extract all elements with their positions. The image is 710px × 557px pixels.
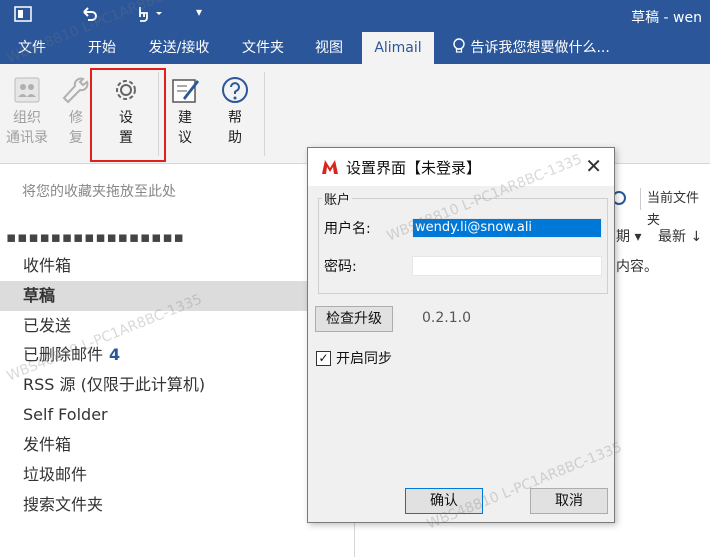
version-text: 0.2.1.0 <box>422 310 471 326</box>
help-button[interactable]: 帮 助 <box>218 74 252 148</box>
check-upgrade-button[interactable]: 检查升级 <box>315 306 393 332</box>
tell-me-text: 告诉我您想要做什么... <box>470 40 610 56</box>
tell-me-box[interactable]: 告诉我您想要做什么... <box>452 32 610 64</box>
alimail-logo-icon <box>320 158 340 176</box>
unread-count-badge: 4 <box>109 345 121 364</box>
folder-drafts[interactable]: 草稿 <box>0 281 354 311</box>
tab-file[interactable]: 文件 <box>6 32 58 64</box>
filter-dropdown[interactable]: 期 ▾ <box>616 226 641 246</box>
search-scope-dropdown[interactable]: 当前文件夹 <box>640 188 710 228</box>
undo-icon[interactable] <box>80 5 98 27</box>
settings-highlight-box <box>90 68 166 162</box>
ribbon-separator <box>264 72 265 156</box>
tab-home[interactable]: 开始 <box>76 32 128 64</box>
folder-sent[interactable]: 已发送 <box>0 311 354 341</box>
folder-self[interactable]: Self Folder <box>0 400 354 430</box>
suggest-label-1: 建 <box>178 110 192 126</box>
suggest-button[interactable]: 建 议 <box>168 74 202 148</box>
tab-view[interactable]: 视图 <box>304 32 354 64</box>
sort-dropdown[interactable]: 最新 ↓ <box>658 226 702 246</box>
folder-label: RSS 源 (仅限于此计算机) <box>23 375 206 394</box>
contacts-label-2: 通讯录 <box>6 130 48 146</box>
contacts-button[interactable]: 组织 通讯录 <box>4 74 50 148</box>
lightbulb-icon <box>452 38 470 56</box>
help-icon <box>219 74 251 106</box>
folder-search[interactable]: 搜索文件夹 <box>0 490 354 520</box>
folder-rss[interactable]: RSS 源 (仅限于此计算机) <box>0 370 354 400</box>
password-label: 密码: <box>324 259 357 275</box>
close-icon[interactable]: ✕ <box>585 154 602 178</box>
app-icon[interactable] <box>14 5 32 27</box>
folder-junk[interactable]: 垃圾邮件 <box>0 460 354 490</box>
username-field[interactable]: wendy.li@snow.ali <box>412 218 602 238</box>
account-name[interactable]: ▪▪▪▪▪▪▪▪▪▪▪▪▪▪▪▪ <box>6 228 185 246</box>
settings-dialog: 设置界面【未登录】 ✕ 账户 用户名: wendy.li@snow.ali 密码… <box>307 147 615 523</box>
folder-label: 草稿 <box>23 286 56 305</box>
repair-label-2: 复 <box>69 130 83 146</box>
folder-label: 垃圾邮件 <box>23 465 88 484</box>
folder-label: 搜索文件夹 <box>23 495 104 514</box>
title-bar: ▾ 草稿 - wen <box>0 0 710 32</box>
contacts-label-1: 组织 <box>13 110 41 126</box>
help-label-2: 助 <box>228 130 242 146</box>
username-label: 用户名: <box>324 221 371 237</box>
help-label-1: 帮 <box>228 110 242 126</box>
tab-send-receive[interactable]: 发送/接收 <box>138 32 220 64</box>
repair-label-1: 修 <box>69 110 83 126</box>
account-group <box>318 198 608 294</box>
repair-button[interactable]: 修 复 <box>60 74 92 148</box>
dialog-title: 设置界面【未登录】 <box>346 159 482 177</box>
folder-deleted[interactable]: 已删除邮件 4 <box>0 340 354 370</box>
sync-checkbox[interactable]: ✓ <box>316 351 331 366</box>
tab-folder[interactable]: 文件夹 <box>232 32 294 64</box>
folder-label: 发件箱 <box>23 435 72 454</box>
folder-label: 已发送 <box>23 316 72 335</box>
wrench-icon <box>60 74 92 106</box>
contacts-icon <box>11 74 43 106</box>
window-title: 草稿 - wen <box>631 10 702 26</box>
favorites-hint: 将您的收藏夹拖放至此处 <box>22 184 176 200</box>
folder-outbox[interactable]: 发件箱 <box>0 430 354 460</box>
sync-label: 开启同步 <box>336 351 392 367</box>
folder-label: 收件箱 <box>23 256 72 275</box>
password-field[interactable] <box>412 256 602 276</box>
folder-label: Self Folder <box>23 405 108 424</box>
ok-button[interactable]: 确认 <box>405 488 483 514</box>
dialog-title-bar: 设置界面【未登录】 ✕ <box>308 148 614 186</box>
customize-qat-icon[interactable]: ▾ <box>196 5 202 19</box>
pencil-note-icon <box>169 74 201 106</box>
folder-inbox[interactable]: 收件箱 <box>0 251 354 281</box>
empty-folder-text: 内容。 <box>616 259 658 275</box>
tab-alimail[interactable]: Alimail <box>362 32 434 64</box>
touch-mode-icon[interactable] <box>134 5 162 27</box>
account-group-label: 账户 <box>322 189 353 208</box>
suggest-label-2: 议 <box>178 130 192 146</box>
folder-label: 已删除邮件 <box>23 345 104 364</box>
ribbon-tabs: 文件 开始 发送/接收 文件夹 视图 Alimail 告诉我您想要做什么... <box>0 32 710 64</box>
cancel-button[interactable]: 取消 <box>530 488 608 514</box>
